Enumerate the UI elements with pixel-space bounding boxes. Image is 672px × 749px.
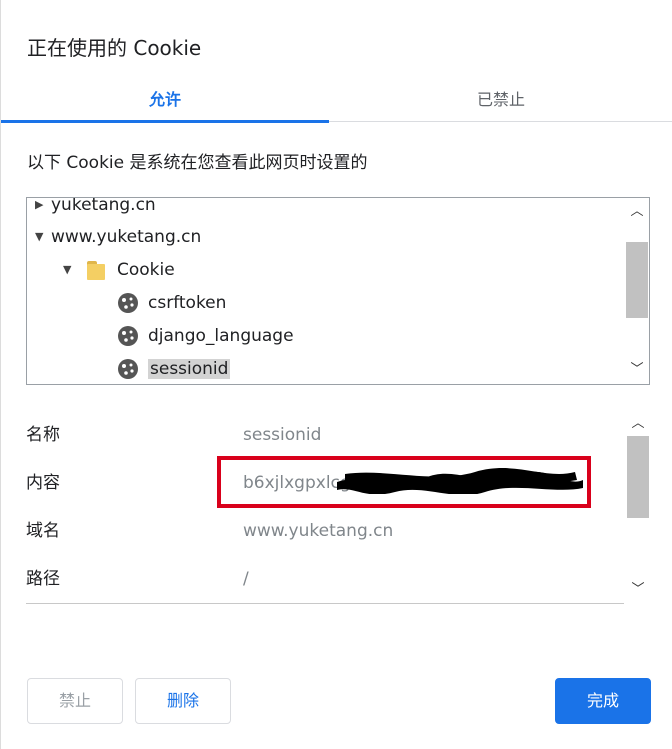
tree-item-label: yuketang.cn [51,197,156,215]
cookie-icon [118,359,138,379]
folder-icon [87,260,105,280]
detail-label: 名称 [26,425,60,445]
tree-item-cookie[interactable]: csrftoken [117,287,226,319]
detail-row-name: 名称 sessionid [26,415,624,455]
chevron-up-icon[interactable]: ︿ [625,202,649,222]
tree-scrollbar[interactable]: ︿ ﹀ [625,198,649,384]
detail-label: 域名 [26,521,60,541]
cookie-description: 以下 Cookie 是系统在您查看此网页时设置的 [27,153,368,173]
detail-value: www.yuketang.cn [243,521,394,541]
detail-value: / [243,569,249,589]
cookie-icon [118,326,138,346]
triangle-down-icon[interactable]: ▼ [35,221,51,253]
detail-row-domain: 域名 www.yuketang.cn [26,511,624,551]
highlight-box [217,456,591,508]
details-scrollbar[interactable]: ︿ ﹀ [626,410,650,604]
done-button[interactable]: 完成 [555,678,651,724]
tab-allowed[interactable]: 允许 [1,80,329,123]
scrollbar-thumb[interactable] [626,242,648,318]
chevron-up-icon[interactable]: ︿ [626,414,650,434]
tree-item-site[interactable]: ▼ www.yuketang.cn [35,221,201,253]
tree-item-cookie[interactable]: django_language [117,320,294,352]
tree-item-cookie-selected[interactable]: sessionid [117,353,231,384]
cookie-icon [118,293,138,313]
tree-item-folder[interactable]: ▼ Cookie [63,254,175,286]
dialog-title: 正在使用的 Cookie [27,36,202,60]
detail-label: 路径 [26,569,60,589]
tree-item-label: sessionid [148,359,231,379]
chevron-down-icon[interactable]: ﹀ [626,580,650,600]
delete-button[interactable]: 删除 [135,678,231,724]
tree-item-label: www.yuketang.cn [51,227,202,247]
tab-blocked[interactable]: 已禁止 [329,80,672,122]
triangle-down-icon[interactable]: ▼ [63,254,87,286]
scrollbar-thumb[interactable] [627,436,649,518]
cookie-tree[interactable]: ▶ yuketang.cn ▼ www.yuketang.cn ▼ Cookie cs… [26,197,650,385]
tree-item-site[interactable]: ▶ yuketang.cn [35,197,156,221]
triangle-right-icon[interactable]: ▶ [35,198,51,221]
tree-item-label: django_language [148,326,294,346]
chevron-down-icon[interactable]: ﹀ [625,360,649,380]
tab-allowed-label: 允许 [148,90,181,109]
tab-blocked-label: 已禁止 [476,90,525,109]
detail-value: sessionid [243,425,322,445]
active-tab-indicator [1,120,329,123]
detail-label: 内容 [26,473,60,493]
cookie-dialog: 正在使用的 Cookie 允许 已禁止 以下 Cookie 是系统在您查看此网页… [0,0,672,749]
tree-item-label: Cookie [117,260,175,280]
block-button[interactable]: 禁止 [27,678,123,724]
tree-item-label: csrftoken [148,293,227,313]
detail-row-path: 路径 / [26,559,624,599]
tab-bar: 允许 已禁止 [1,80,672,123]
details-divider [26,603,624,604]
